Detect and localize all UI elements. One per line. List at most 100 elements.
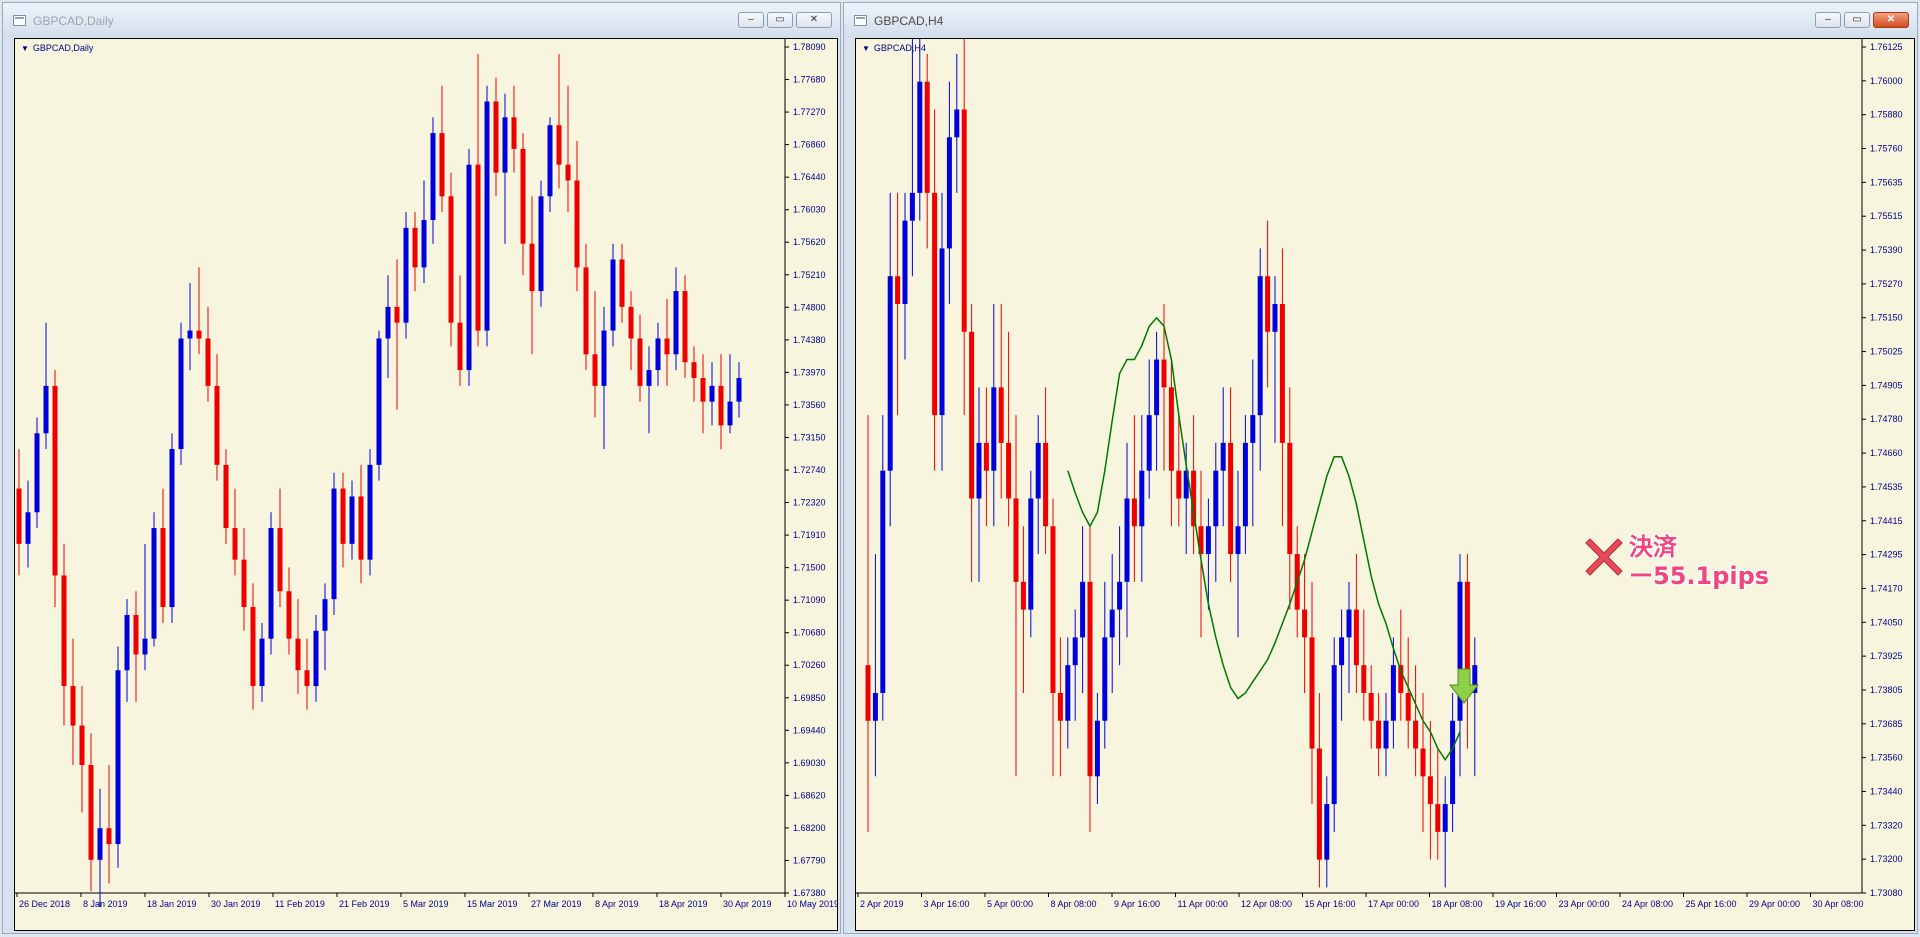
- candle-body: [664, 338, 670, 355]
- price-chart[interactable]: 1.78090 1.77680 1.77270 1.76860 1.76440 1.760…: [14, 38, 838, 931]
- candle-body: [214, 385, 220, 465]
- candle-body: [574, 180, 580, 268]
- y-tick-label: 1.74535: [1870, 482, 1903, 492]
- price-chart[interactable]: 1.76125 1.76000 1.75880 1.75760 1.75635 1.755…: [855, 38, 1915, 931]
- y-tick-label: 1.75390: [1870, 245, 1903, 255]
- candle-body: [1013, 498, 1019, 582]
- chart-symbol-label[interactable]: ▼ GBPCAD,Daily: [21, 43, 93, 53]
- candle-body: [250, 607, 256, 687]
- candle-body: [872, 692, 878, 721]
- title-bar[interactable]: GBPCAD,H4 – ▭ ✕: [844, 3, 1917, 37]
- y-tick-label: 1.75150: [1870, 313, 1903, 323]
- y-tick-label: 1.69850: [793, 693, 826, 703]
- candle-body: [1124, 498, 1130, 582]
- candle-body: [1302, 609, 1308, 638]
- candle-body: [394, 306, 400, 323]
- candle-body: [106, 828, 112, 845]
- x-tick-label: 18 Apr 08:00: [1432, 899, 1483, 909]
- dropdown-triangle-icon: ▼: [21, 43, 29, 53]
- candle-body: [976, 442, 982, 499]
- x-tick-label: 11 Apr 00:00: [1178, 899, 1228, 909]
- minimize-button[interactable]: –: [738, 12, 764, 28]
- restore-button[interactable]: ▭: [767, 12, 793, 28]
- candle-body: [151, 528, 157, 639]
- candle-body: [1376, 720, 1382, 749]
- candle-body: [439, 133, 445, 197]
- x-tick-label: 2 Apr 2019: [860, 899, 904, 909]
- candle-body: [484, 101, 490, 331]
- y-tick-label: 1.71090: [793, 595, 826, 605]
- x-tick-label: 5 Mar 2019: [403, 899, 449, 909]
- candle-body: [178, 338, 184, 450]
- y-tick-label: 1.67380: [793, 888, 826, 898]
- chart-window-icon: [854, 15, 867, 26]
- candle-body: [232, 528, 238, 560]
- candle-body: [1250, 415, 1256, 443]
- y-tick-label: 1.75880: [1870, 110, 1903, 120]
- x-tick-label: 19 Apr 16:00: [1495, 899, 1546, 909]
- y-tick-label: 1.71910: [793, 530, 826, 540]
- y-tick-label: 1.74295: [1870, 550, 1903, 560]
- y-tick-label: 1.73080: [1870, 888, 1903, 898]
- candle-body: [1020, 581, 1026, 610]
- candle-body: [466, 164, 472, 371]
- x-tick-label: 21 Feb 2019: [339, 899, 390, 909]
- candle-body: [331, 488, 337, 600]
- candle-body: [493, 101, 499, 173]
- annotation-pips-label: ー55.1pips: [1629, 562, 1770, 590]
- candle-body: [583, 267, 589, 355]
- candle-body: [511, 117, 517, 149]
- candle-body: [727, 401, 733, 426]
- y-tick-label: 1.73925: [1870, 651, 1903, 661]
- candlestick-chart[interactable]: 1.78090 1.77680 1.77270 1.76860 1.76440 1.760…: [15, 39, 837, 930]
- y-tick-label: 1.74415: [1870, 516, 1903, 526]
- y-tick-label: 1.74800: [793, 302, 826, 312]
- candle-body: [196, 330, 202, 339]
- candle-body: [1094, 720, 1100, 777]
- close-button[interactable]: ✕: [796, 12, 832, 28]
- candle-body: [1324, 804, 1330, 860]
- candlestick-chart[interactable]: 1.76125 1.76000 1.75880 1.75760 1.75635 1.755…: [856, 39, 1914, 930]
- candle-body: [1235, 526, 1241, 555]
- y-tick-label: 1.75635: [1870, 177, 1903, 187]
- candle-body: [917, 81, 923, 193]
- candle-body: [457, 322, 463, 371]
- candle-body: [880, 470, 886, 693]
- candle-body: [169, 449, 175, 608]
- candle-body: [709, 385, 715, 402]
- minimize-button[interactable]: –: [1815, 12, 1841, 28]
- restore-icon: ▭: [1852, 14, 1862, 25]
- y-tick-label: 1.74380: [793, 335, 826, 345]
- candle-body: [619, 259, 625, 307]
- candle-body: [25, 512, 31, 544]
- y-tick-label: 1.74660: [1870, 448, 1903, 458]
- candle-body: [1220, 442, 1226, 471]
- x-tick-label: 18 Jan 2019: [147, 899, 197, 909]
- candle-body: [277, 528, 283, 592]
- candle-body: [1413, 720, 1419, 749]
- candle-body: [1435, 804, 1441, 832]
- h4-chart-window[interactable]: GBPCAD,H4 – ▭ ✕ 1.76125 1.76000 1.75880 1.7…: [843, 2, 1918, 934]
- y-tick-label: 1.72740: [793, 465, 826, 475]
- x-tick-label: 26 Dec 2018: [19, 899, 70, 909]
- candle-body: [1368, 692, 1374, 721]
- y-tick-label: 1.70680: [793, 628, 826, 638]
- candle-body: [1242, 442, 1248, 527]
- candle-body: [646, 370, 652, 386]
- restore-button[interactable]: ▭: [1844, 12, 1870, 28]
- daily-chart-window[interactable]: GBPCAD,Daily – ▭ ✕ 1.78090 1.77680 1.77270…: [2, 2, 841, 934]
- y-tick-label: 1.73440: [1870, 786, 1903, 796]
- close-button[interactable]: ✕: [1873, 12, 1909, 28]
- candle-body: [924, 81, 930, 193]
- candle-body: [1161, 359, 1167, 388]
- title-bar[interactable]: GBPCAD,Daily – ▭ ✕: [3, 3, 840, 37]
- chart-symbol-label[interactable]: ▼ GBPCAD,H4: [862, 43, 926, 53]
- candle-body: [1131, 498, 1137, 527]
- y-tick-label: 1.73200: [1870, 854, 1903, 864]
- dropdown-triangle-icon: ▼: [862, 43, 870, 53]
- y-tick-label: 1.74170: [1870, 583, 1903, 593]
- candle-body: [547, 125, 553, 197]
- candle-body: [187, 330, 193, 339]
- candle-body: [718, 385, 724, 426]
- candle-body: [43, 385, 49, 434]
